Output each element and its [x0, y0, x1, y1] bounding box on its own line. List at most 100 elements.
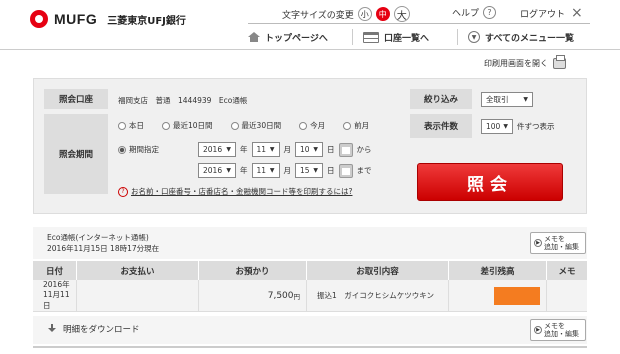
from-suffix: から: [356, 145, 372, 154]
radio-icon: [118, 122, 126, 130]
chevron-down-icon: ▼: [226, 146, 231, 153]
period-option-this-month[interactable]: 今月: [299, 120, 325, 131]
nav-accounts[interactable]: 口座一覧へ: [353, 31, 457, 44]
column-header-balance: 差引残高: [449, 261, 547, 280]
search-submit-button[interactable]: 照会: [417, 163, 563, 201]
nav-top-label: トップページへ: [265, 33, 328, 44]
period-custom-label: 期間指定: [129, 145, 159, 154]
cell-deposit: 7,500 円: [199, 280, 307, 311]
help-icon: ?: [118, 186, 128, 197]
unit-day: 日: [327, 166, 335, 175]
from-day-value: 10: [300, 145, 310, 154]
to-year-select[interactable]: 2016 ▼: [198, 163, 236, 178]
memo-button-line1: メモを: [544, 321, 565, 330]
download-link[interactable]: 明細をダウンロード: [47, 323, 140, 335]
cell-content: 振込1 ガイコクヒシムケツウキン: [307, 280, 449, 311]
period-option-label: 最近30日間: [241, 121, 282, 130]
help-icon: ?: [483, 6, 497, 19]
to-suffix: まで: [356, 166, 372, 175]
cell-date: 2016年 11月11日: [33, 280, 77, 311]
results-timestamp: 2016年11月15日 18時17分現在: [47, 244, 160, 253]
period-option-label: 今月: [310, 121, 326, 130]
period-options: 本日 最近10日間 最近30日間 今月 前月: [118, 120, 369, 131]
column-header-payment: お支払い: [77, 261, 199, 280]
period-option-custom[interactable]: 期間指定: [118, 144, 159, 155]
print-label: 印刷用画面を開く: [484, 59, 548, 68]
main-nav: トップページへ 口座一覧へ ▼ すべてのメニュー一覧: [248, 27, 574, 47]
from-year-select[interactable]: 2016 ▼: [198, 142, 236, 157]
cell-balance: [449, 280, 547, 311]
calendar-icon[interactable]: [338, 163, 353, 178]
period-option-label: 前月: [354, 121, 370, 130]
font-size-switcher: 文字サイズの変更 小 中 大: [282, 6, 410, 22]
filter-label: 絞り込み: [410, 89, 472, 109]
account-title: Eco通帳(インターネット通帳): [47, 233, 149, 242]
count-label: 表示件数: [410, 114, 472, 138]
chevron-down-icon: ▼: [313, 167, 318, 174]
chevron-down-icon: ▼: [468, 31, 480, 43]
play-icon: ▶: [534, 239, 542, 247]
count-suffix: 件ずつ表示: [517, 122, 555, 131]
unit-year: 年: [240, 166, 248, 175]
period-option-30days[interactable]: 最近30日間: [230, 120, 282, 131]
font-size-small-button[interactable]: 小: [357, 7, 372, 21]
chevron-down-icon: ▼: [503, 123, 508, 130]
font-size-large-button[interactable]: 大: [393, 6, 410, 22]
column-header-content: お取引内容: [307, 261, 449, 280]
unit-month: 月: [283, 145, 292, 154]
to-day-select[interactable]: 15 ▼: [295, 163, 323, 178]
date-day: 11月11日: [43, 290, 70, 310]
nav-top-page[interactable]: トップページへ: [248, 31, 352, 44]
count-control: 100 ▼ 件ずつ表示: [481, 119, 555, 134]
font-size-medium-button[interactable]: 中: [375, 7, 390, 21]
play-icon: ▶: [534, 326, 542, 334]
chevron-down-icon: ▼: [313, 146, 318, 153]
calendar-icon[interactable]: [338, 142, 353, 157]
memo-edit-button[interactable]: ▶ メモを 追加・編集: [530, 232, 586, 254]
period-option-today[interactable]: 本日: [118, 120, 144, 131]
column-header-deposit: お預かり: [199, 261, 307, 280]
help-link[interactable]: ヘルプ ?: [452, 6, 497, 19]
nav-all-menu[interactable]: ▼ すべてのメニュー一覧: [458, 31, 574, 44]
header-bottom-divider: [0, 49, 620, 50]
memo-button-line1: メモを: [544, 234, 565, 243]
period-option-last-month[interactable]: 前月: [343, 120, 369, 131]
balance-redacted-block: [494, 286, 540, 305]
radio-icon: [299, 122, 308, 130]
mufg-logo: MUFG 三菱東京UFJ銀行: [30, 8, 186, 30]
printer-icon: [553, 55, 566, 69]
unit-year: 年: [240, 145, 248, 154]
deposit-amount: 7,500: [267, 290, 294, 301]
date-year: 2016年: [43, 279, 70, 289]
download-label: 明細をダウンロード: [63, 325, 140, 335]
print-link[interactable]: 印刷用画面を開く: [484, 55, 566, 69]
period-label: 照会期間: [44, 114, 108, 194]
print-info-help[interactable]: ? お名前・口座番号・店番店名・金融機関コード等を印刷するには?: [118, 186, 352, 197]
radio-icon: [343, 122, 352, 130]
from-day-select[interactable]: 10 ▼: [295, 142, 323, 157]
from-month-value: 11: [256, 145, 267, 154]
count-select[interactable]: 100 ▼: [481, 119, 513, 134]
download-icon: [47, 324, 57, 334]
period-option-label: 本日: [129, 121, 144, 130]
account-label: 照会口座: [44, 89, 108, 109]
header-divider: [248, 23, 590, 24]
period-option-label: 最近10日間: [173, 121, 213, 130]
transactions-table-header: 日付 お支払い お預かり お取引内容 差引残高 メモ: [33, 261, 587, 280]
column-header-date: 日付: [33, 261, 77, 280]
memo-button-line2: 追加・編集: [544, 330, 579, 338]
from-month-select[interactable]: 11 ▼: [251, 142, 280, 157]
filter-select[interactable]: 全取引 ▼: [481, 92, 533, 107]
period-option-10days[interactable]: 最近10日間: [162, 120, 213, 131]
radio-icon: [162, 122, 170, 130]
logo-text: MUFG: [54, 11, 98, 27]
cell-memo: [547, 280, 587, 311]
date-from-row: 2016 ▼ 年 11 ▼ 月 10 ▼ 日 から: [198, 142, 372, 157]
print-info-help-link: お名前・口座番号・店番店名・金融機関コード等を印刷するには?: [131, 187, 353, 196]
date-to-row: 2016 ▼ 年 11 ▼ 月 15 ▼ 日 まで: [198, 163, 372, 178]
results-header: Eco通帳(インターネット通帳) 2016年11月15日 18時17分現在 ▶ …: [33, 227, 587, 259]
filter-value: 全取引: [486, 95, 509, 104]
memo-edit-button-bottom[interactable]: ▶ メモを 追加・編集: [530, 319, 586, 341]
logout-link[interactable]: ログアウト ×: [520, 6, 583, 20]
to-month-select[interactable]: 11 ▼: [251, 163, 280, 178]
